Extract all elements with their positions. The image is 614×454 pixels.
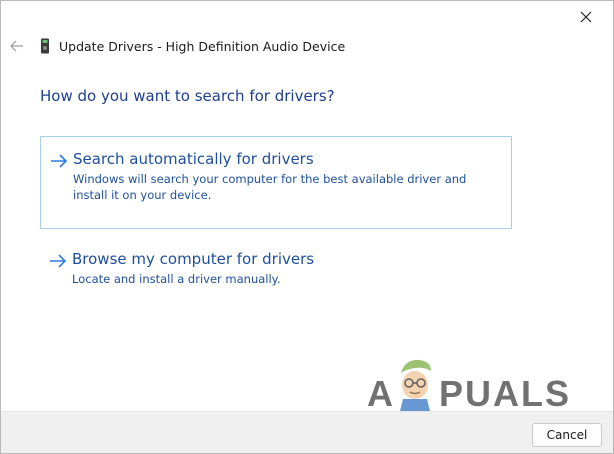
search-automatically-option[interactable]: Search automatically for drivers Windows… bbox=[40, 136, 512, 229]
browse-computer-option[interactable]: Browse my computer for drivers Locate an… bbox=[40, 237, 512, 297]
option-title: Browse my computer for drivers bbox=[72, 250, 315, 268]
cancel-button[interactable]: Cancel bbox=[532, 423, 602, 447]
update-drivers-dialog: Update Drivers - High Definition Audio D… bbox=[0, 0, 614, 454]
audio-device-icon bbox=[41, 38, 49, 54]
back-button[interactable] bbox=[7, 37, 27, 55]
right-arrow-icon bbox=[51, 154, 68, 168]
dialog-title: Update Drivers - High Definition Audio D… bbox=[59, 38, 346, 54]
page-heading: How do you want to search for drivers? bbox=[40, 87, 335, 105]
option-text: Browse my computer for drivers Locate an… bbox=[72, 249, 315, 286]
close-button[interactable] bbox=[569, 3, 603, 31]
option-description: Locate and install a driver manually. bbox=[72, 272, 281, 286]
close-icon bbox=[580, 11, 592, 23]
back-arrow-icon bbox=[10, 40, 23, 52]
dialog-header: Update Drivers - High Definition Audio D… bbox=[39, 37, 345, 55]
option-title: Search automatically for drivers bbox=[73, 150, 314, 168]
dialog-footer: Cancel bbox=[1, 411, 613, 453]
appuals-watermark: A PUALS bbox=[367, 355, 577, 415]
option-description: Windows will search your computer for th… bbox=[73, 172, 467, 202]
right-arrow-icon bbox=[50, 254, 67, 268]
option-text: Search automatically for drivers Windows… bbox=[73, 149, 497, 216]
mascot-logo-icon bbox=[399, 359, 431, 415]
